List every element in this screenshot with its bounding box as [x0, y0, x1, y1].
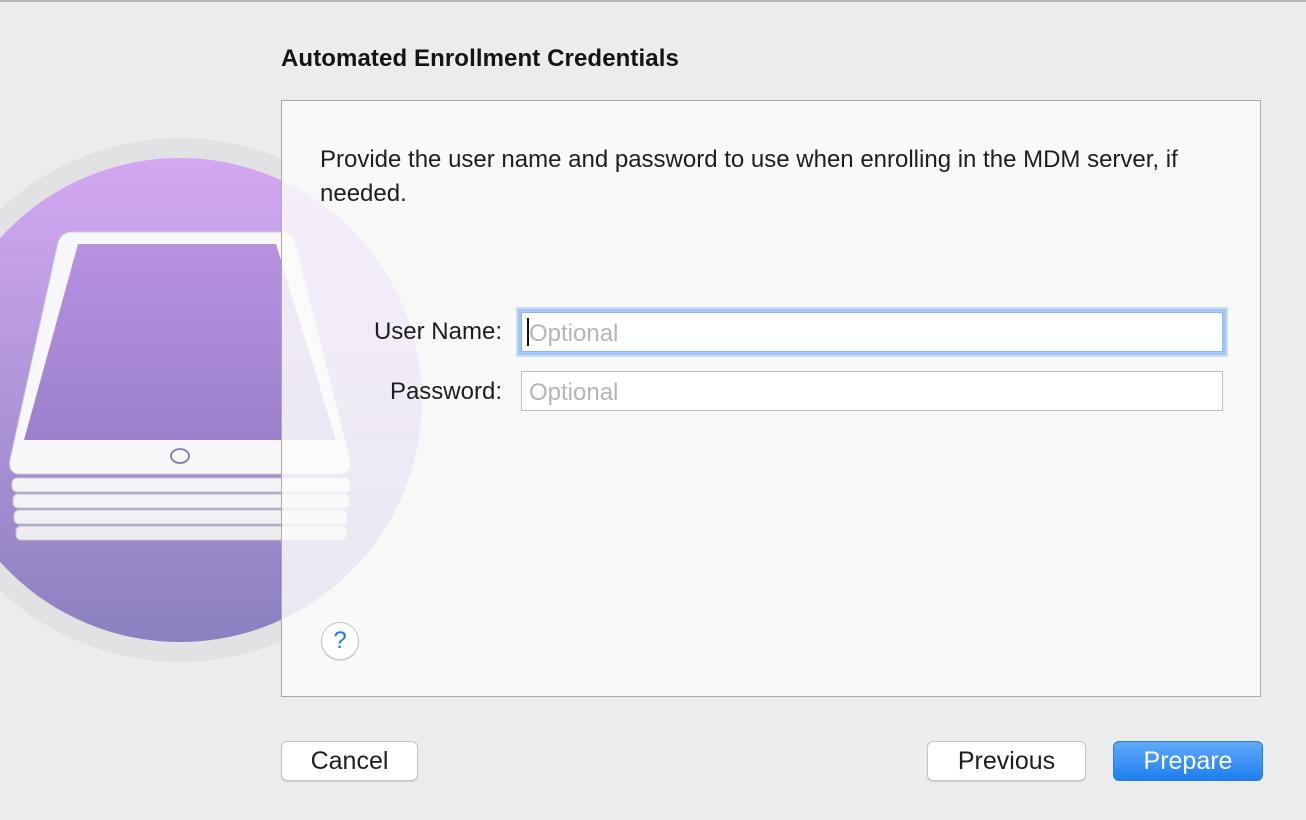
cancel-button[interactable]: Cancel: [281, 741, 418, 781]
credentials-panel: Provide the user name and password to us…: [281, 100, 1261, 697]
user-name-label: User Name:: [373, 318, 502, 345]
help-icon: ?: [333, 627, 347, 654]
user-name-field[interactable]: [521, 312, 1223, 352]
previous-button[interactable]: Previous: [927, 741, 1086, 781]
prepare-button[interactable]: Prepare: [1113, 741, 1263, 781]
password-field[interactable]: [521, 371, 1223, 411]
help-button[interactable]: ?: [321, 622, 359, 660]
text-cursor: [527, 318, 529, 346]
cancel-button-label: Cancel: [310, 746, 389, 775]
previous-button-label: Previous: [957, 746, 1056, 775]
password-label: Password:: [389, 378, 502, 405]
sheet-title: Automated Enrollment Credentials: [281, 45, 679, 72]
prepare-button-label: Prepare: [1143, 746, 1233, 775]
instructions-text: Provide the user name and password to us…: [320, 146, 1178, 207]
